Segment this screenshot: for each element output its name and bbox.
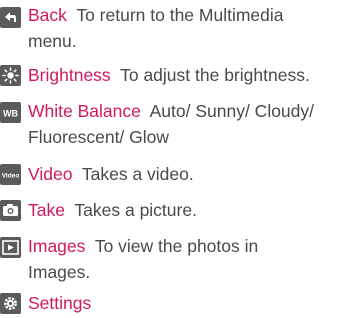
item-images: Images To view the photos in Images. bbox=[0, 233, 344, 285]
item-description: Auto/ Sunny/ Cloudy/ bbox=[149, 101, 315, 121]
item-take: Take Takes a picture. bbox=[0, 197, 344, 223]
item-settings: Settings bbox=[0, 290, 344, 316]
settings-gear-icon bbox=[0, 293, 21, 314]
item-name: Video bbox=[28, 164, 73, 184]
item-line-1: Images To view the photos in bbox=[28, 233, 258, 259]
item-line-1: White Balance Auto/ Sunny/ Cloudy/ bbox=[28, 98, 314, 124]
item-name: Images bbox=[28, 236, 86, 256]
item-line-1: Video Takes a video. bbox=[28, 161, 194, 187]
item-description: To adjust the brightness. bbox=[120, 65, 310, 85]
item-name: Settings bbox=[28, 293, 92, 313]
white-balance-icon-label: WB bbox=[3, 109, 18, 119]
brightness-sun-icon bbox=[0, 65, 21, 86]
images-play-icon bbox=[0, 237, 21, 258]
item-brightness: Brightness To adjust the brightness. bbox=[0, 62, 344, 88]
item-description-continued: menu. bbox=[28, 31, 77, 51]
item-name: Back bbox=[28, 5, 67, 25]
item-description-continued: Images. bbox=[28, 262, 91, 282]
item-white-balance: WB White Balance Auto/ Sunny/ Cloudy/ Fl… bbox=[0, 98, 344, 150]
item-line-1: Back To return to the Multimedia bbox=[28, 2, 284, 28]
item-description-continued: Fluorescent/ Glow bbox=[28, 127, 170, 147]
item-line-1: Brightness To adjust the brightness. bbox=[28, 62, 310, 88]
item-line-1: Settings bbox=[28, 290, 91, 316]
item-description: Takes a video. bbox=[81, 164, 194, 184]
back-arrow-icon bbox=[0, 7, 21, 28]
item-name: White Balance bbox=[28, 101, 141, 121]
item-back: Back To return to the Multimedia menu. bbox=[0, 2, 344, 54]
item-description: Takes a picture. bbox=[74, 200, 197, 220]
video-icon-label: Video bbox=[2, 173, 20, 180]
item-description: To view the photos in bbox=[94, 236, 259, 256]
item-name: Brightness bbox=[28, 65, 111, 85]
item-name: Take bbox=[28, 200, 65, 220]
item-description: To return to the Multimedia bbox=[76, 5, 284, 25]
camera-icon bbox=[0, 200, 21, 221]
white-balance-icon: WB bbox=[0, 102, 21, 123]
item-video: Video Video Takes a video. bbox=[0, 161, 344, 187]
video-icon: Video bbox=[0, 164, 21, 185]
item-line-1: Take Takes a picture. bbox=[28, 197, 197, 223]
